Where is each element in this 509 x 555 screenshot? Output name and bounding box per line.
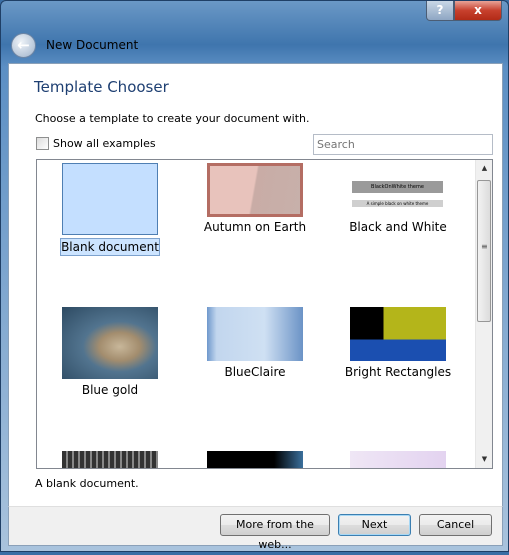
template-thumbnail: BlackOnWhite theme bbox=[352, 181, 443, 193]
template-thumbnail bbox=[207, 307, 303, 361]
scrollbar-thumb[interactable]: ≡ bbox=[477, 180, 491, 322]
window-title: New Document bbox=[46, 38, 139, 52]
template-label: BlueClaire bbox=[224, 365, 286, 379]
template-blank-document[interactable]: Blank document bbox=[50, 160, 170, 260]
template-thumbnail bbox=[62, 163, 158, 235]
scroll-up-icon[interactable]: ▲ bbox=[476, 160, 492, 177]
template-label: Black and White bbox=[349, 220, 447, 234]
template-thumbnail-partial[interactable] bbox=[62, 451, 158, 468]
template-label: Bright Rectangles bbox=[344, 365, 452, 379]
template-label: Blue gold bbox=[81, 383, 139, 397]
template-label: Blank document bbox=[60, 238, 160, 256]
template-black-and-white[interactable]: BlackOnWhite theme A simple black on whi… bbox=[338, 160, 458, 260]
template-blueclaire[interactable]: BlueClaire bbox=[195, 305, 315, 405]
search-input[interactable] bbox=[313, 134, 493, 155]
dialog-window: ? x ← New Document Template Chooser Choo… bbox=[0, 0, 509, 552]
template-label: Autumn on Earth bbox=[203, 220, 307, 234]
template-thumbnail bbox=[350, 307, 446, 361]
show-all-checkbox[interactable] bbox=[36, 137, 49, 150]
close-button[interactable]: x bbox=[454, 1, 502, 21]
template-thumbnail bbox=[62, 307, 158, 379]
template-thumbnail-sub: A simple black on white theme bbox=[352, 200, 443, 207]
next-button[interactable]: Next bbox=[338, 514, 411, 536]
template-description: A blank document. bbox=[35, 477, 139, 490]
back-arrow-icon[interactable]: ← bbox=[11, 33, 36, 58]
vertical-scrollbar[interactable]: ▲ ≡ ▼ bbox=[475, 160, 492, 468]
template-thumbnail-partial[interactable] bbox=[350, 451, 446, 468]
show-all-label[interactable]: Show all examples bbox=[53, 137, 156, 150]
template-list: Blank document Autumn on Earth BlackOnWh… bbox=[36, 159, 493, 469]
cancel-button[interactable]: Cancel bbox=[419, 514, 492, 536]
help-button[interactable]: ? bbox=[426, 1, 454, 21]
page-title: Template Chooser bbox=[34, 78, 169, 96]
template-autumn-on-earth[interactable]: Autumn on Earth bbox=[195, 160, 315, 260]
instruction-text: Choose a template to create your documen… bbox=[35, 112, 310, 125]
template-blue-gold[interactable]: Blue gold bbox=[50, 305, 170, 405]
template-thumbnail-partial[interactable] bbox=[207, 451, 303, 468]
template-bright-rectangles[interactable]: Bright Rectangles bbox=[338, 305, 458, 405]
scroll-down-icon[interactable]: ▼ bbox=[476, 451, 492, 468]
more-from-web-button[interactable]: More from the web... bbox=[220, 514, 330, 551]
template-thumbnail bbox=[207, 163, 303, 217]
